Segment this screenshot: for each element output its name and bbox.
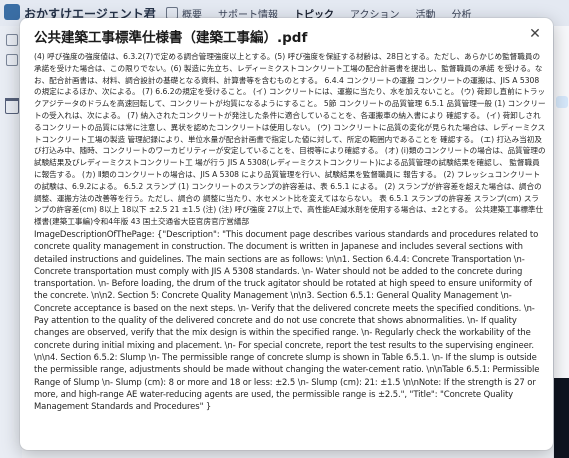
close-icon[interactable]: ✕ — [525, 24, 545, 44]
chat-bubble-icon — [556, 96, 568, 108]
document-preview-dialog: 公共建築工事標準仕様書（建築工事編）.pdf ✕ (4) 呼び強度の強度値は、6… — [20, 18, 553, 450]
left-sidebar — [0, 26, 22, 458]
right-panel — [553, 26, 569, 458]
sidebar-icon[interactable] — [6, 34, 18, 46]
image-description-text: {"Description": "This document page desc… — [34, 228, 540, 412]
page-description-block: ImageDescriptionOfThePage: {"Description… — [34, 228, 546, 412]
app-logo-icon — [4, 4, 20, 20]
sidebar-icon[interactable] — [6, 54, 18, 66]
dialog-content: (4) 呼び強度の強度値は、6.3.2(7)で定める調合管理強度以上とする。(5… — [34, 51, 546, 445]
dialog-title: 公共建築工事標準仕様書（建築工事編）.pdf — [34, 30, 308, 46]
image-description-label: ImageDescriptionOfThePage: — [34, 228, 158, 239]
dark-panel — [554, 378, 569, 458]
trash-icon[interactable] — [5, 98, 19, 114]
page-text-japanese: (4) 呼び強度の強度値は、6.3.2(7)で定める調合管理強度以上とする。(5… — [34, 52, 546, 227]
